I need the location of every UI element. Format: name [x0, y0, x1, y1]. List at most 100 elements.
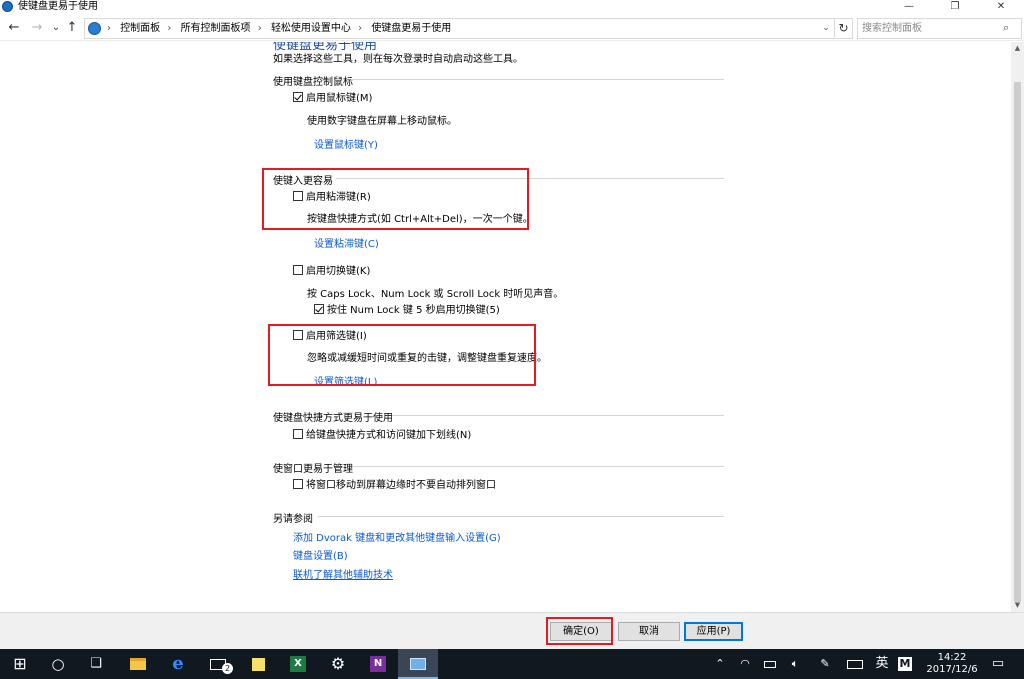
intro-text: 如果选择这些工具，则在每次登录时自动启动这些工具。: [273, 54, 523, 65]
folder-icon: [130, 658, 146, 670]
minimize-button[interactable]: —: [886, 0, 932, 14]
underline-shortcuts-checkbox[interactable]: 给键盘快捷方式和访问键加下划线(N): [293, 429, 471, 442]
mouse-keys-description: 使用数字键盘在屏幕上移动鼠标。: [307, 116, 457, 127]
touch-keyboard-icon[interactable]: [844, 649, 866, 679]
forward-arrow-icon[interactable]: →: [28, 19, 46, 37]
search-box[interactable]: ⌕: [857, 18, 1022, 39]
mail-badge: 2: [222, 663, 233, 674]
see-also-title: 另请参阅: [273, 514, 313, 525]
refresh-icon[interactable]: ↻: [835, 18, 853, 39]
restore-button[interactable]: ❐: [932, 0, 978, 14]
checkbox-box[interactable]: [293, 479, 303, 489]
section-divider: [318, 510, 724, 520]
cortana-search-icon[interactable]: ○: [38, 649, 78, 679]
control-panel-app-icon: [2, 1, 13, 12]
section-divider: [392, 409, 724, 419]
ime-language-indicator[interactable]: 英: [872, 649, 892, 679]
close-button[interactable]: ✕: [978, 0, 1024, 14]
cancel-button[interactable]: 取消: [618, 622, 680, 641]
section-divider: [351, 73, 724, 83]
breadcrumb-separator: ›: [358, 23, 363, 34]
ime-mode-indicator[interactable]: M: [896, 649, 914, 679]
underline-shortcuts-label[interactable]: 给键盘快捷方式和访问键加下划线(N): [306, 430, 471, 441]
address-dropdown-icon[interactable]: ⌄: [818, 19, 834, 38]
see-also-link-dvorak[interactable]: 添加 Dvorak 键盘和更改其他键盘输入设置(G): [293, 529, 501, 544]
toggle-keys-description: 按 Caps Lock、Num Lock 或 Scroll Lock 时听见声音…: [307, 289, 564, 300]
checkbox-box[interactable]: [314, 304, 324, 314]
section-divider: [353, 460, 724, 470]
clock[interactable]: 14:22 2017/12/6: [922, 652, 982, 676]
mouse-section-title: 使用键盘控制鼠标: [273, 77, 353, 88]
toggle-keys-checkbox[interactable]: 启用切换键(K): [293, 265, 370, 278]
battery-icon[interactable]: [762, 649, 778, 679]
highlight-box-filter-keys: [268, 324, 536, 386]
excel-x-icon: X: [290, 656, 306, 672]
file-explorer-icon[interactable]: [118, 649, 158, 679]
apply-button[interactable]: 应用(P): [684, 622, 743, 641]
setup-sticky-keys-link[interactable]: 设置粘滞键(C): [314, 235, 379, 250]
search-icon[interactable]: ⌕: [1003, 21, 1017, 35]
breadcrumb-separator: ›: [167, 23, 172, 34]
breadcrumb-separator: ›: [107, 23, 111, 34]
sticky-notes-icon[interactable]: [238, 649, 278, 679]
window-title: 使键盘更易于使用: [18, 1, 98, 12]
breadcrumb: › 控制面板 › 所有控制面板项 › 轻松使用设置中心 › 使键盘更易于使用: [107, 19, 455, 38]
window-section-title: 使窗口更易于管理: [273, 464, 353, 475]
edge-browser-icon[interactable]: e: [158, 649, 198, 679]
window-section-header: 使窗口更易于管理: [273, 460, 353, 475]
content-pane: 使键盘更易于使用 如果选择这些工具，则在每次登录时自动启动这些工具。 使用键盘控…: [0, 42, 1011, 612]
highlight-box-sticky-keys: [262, 168, 529, 230]
control-panel-window-icon: [410, 658, 426, 670]
title-bar: 使键盘更易于使用 — ❐ ✕: [0, 0, 1024, 14]
excel-icon[interactable]: X: [278, 649, 318, 679]
clock-date: 2017/12/6: [926, 664, 978, 675]
volume-icon[interactable]: 🔈︎: [786, 649, 804, 679]
scroll-up-arrow-icon[interactable]: ▲: [1011, 42, 1024, 55]
taskbar: ⊞ ○ ❏ e 2 X ⚙ N ⌃ ◠ 🔈︎ ✎ 英 M 14:22 2017/…: [0, 649, 1024, 679]
show-hidden-icons-chevron-icon[interactable]: ⌃: [712, 649, 728, 679]
up-arrow-icon[interactable]: ↑: [63, 19, 81, 37]
breadcrumb-ease-of-access[interactable]: 轻松使用设置中心: [271, 23, 351, 34]
control-panel-taskbar-icon[interactable]: [398, 649, 438, 679]
breadcrumb-separator: ›: [257, 23, 262, 34]
mouse-section-header: 使用键盘控制鼠标: [273, 73, 353, 88]
setup-mouse-keys-link[interactable]: 设置鼠标键(Y): [314, 136, 378, 151]
clock-time: 14:22: [937, 652, 967, 663]
checkbox-box[interactable]: [293, 92, 303, 102]
breadcrumb-all-items[interactable]: 所有控制面板项: [181, 23, 251, 34]
see-also-link-assistive-tech[interactable]: 联机了解其他辅助技术: [293, 566, 393, 581]
mouse-keys-label[interactable]: 启用鼠标键(M): [306, 93, 372, 104]
pen-icon[interactable]: ✎: [816, 649, 834, 679]
prevent-snap-checkbox[interactable]: 将窗口移动到屏幕边缘时不要自动排列窗口: [293, 479, 496, 492]
address-bar[interactable]: › 控制面板 › 所有控制面板项 › 轻松使用设置中心 › 使键盘更易于使用 ⌄: [84, 18, 835, 39]
onenote-icon[interactable]: N: [358, 649, 398, 679]
vertical-scrollbar[interactable]: ▲ ▼: [1011, 42, 1024, 612]
start-windows-icon[interactable]: ⊞: [0, 649, 40, 679]
shortcut-section-title: 使键盘快捷方式更易于使用: [273, 413, 393, 424]
wifi-icon[interactable]: ◠: [736, 649, 754, 679]
mouse-keys-checkbox[interactable]: 启用鼠标键(M): [293, 92, 372, 105]
checkbox-box[interactable]: [293, 265, 303, 275]
scrollbar-thumb[interactable]: [1014, 82, 1021, 602]
prevent-snap-label[interactable]: 将窗口移动到屏幕边缘时不要自动排列窗口: [306, 480, 496, 491]
checkbox-box[interactable]: [293, 429, 303, 439]
mail-icon[interactable]: 2: [198, 649, 238, 679]
scroll-down-arrow-icon[interactable]: ▼: [1011, 599, 1024, 612]
settings-gear-icon[interactable]: ⚙: [318, 649, 358, 679]
numlock-toggle-checkbox[interactable]: 按住 Num Lock 键 5 秒启用切换键(5): [314, 304, 500, 317]
breadcrumb-control-panel[interactable]: 控制面板: [120, 23, 160, 34]
edge-e-icon: e: [172, 653, 184, 674]
shortcut-section-header: 使键盘快捷方式更易于使用: [273, 409, 393, 424]
search-input[interactable]: [858, 19, 998, 38]
toggle-keys-label[interactable]: 启用切换键(K): [306, 266, 370, 277]
see-also-link-keyboard-settings[interactable]: 键盘设置(B): [293, 547, 348, 562]
task-view-icon[interactable]: ❏: [76, 649, 116, 679]
dialog-button-strip: 确定(O) 取消 应用(P): [0, 612, 1024, 649]
action-center-icon[interactable]: ▭: [988, 649, 1008, 679]
breadcrumb-current-page[interactable]: 使键盘更易于使用: [371, 23, 451, 34]
numlock-toggle-label[interactable]: 按住 Num Lock 键 5 秒启用切换键(5): [327, 305, 500, 316]
onenote-n-icon: N: [370, 656, 386, 672]
control-panel-icon: [88, 22, 101, 35]
back-arrow-icon[interactable]: ←: [5, 19, 23, 37]
highlight-box-ok-button: [546, 617, 613, 645]
